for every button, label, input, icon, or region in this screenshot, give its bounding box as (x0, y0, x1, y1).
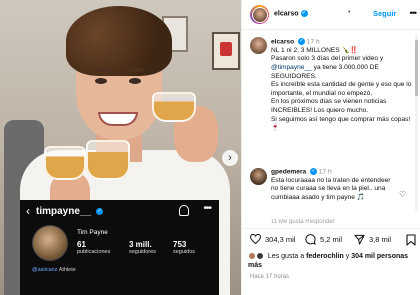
comment-meta: 11 Me gusta Responder (271, 219, 335, 224)
verified-icon: ✓ (300, 10, 308, 17)
post-caption: elcarso ✓ 17 h NL 1 ni 2, 3 MILLONES 🍾‼️… (271, 38, 413, 133)
caption-time: 17 h (306, 38, 320, 46)
heart-icon (250, 234, 261, 244)
verified-icon: ✓ (310, 168, 318, 175)
post-header: elcarso ✓ • Seguir ••• (242, 0, 420, 30)
stat-followers: 3 mill. seguidores (129, 240, 156, 255)
caption-username[interactable]: elcarso (271, 38, 294, 45)
mention-link[interactable]: @timpayne__ (271, 64, 312, 71)
eye (129, 78, 141, 84)
comment: gpedemera ✓ 17 h Esta locuraaaa no la tr… (271, 168, 399, 203)
liker-avatar (248, 252, 256, 261)
caption-line: Es increíble esta cantidad de gente y es… (271, 81, 412, 97)
card-username: timpayne__ (36, 205, 92, 217)
author-username[interactable]: elcarso ✓ (274, 10, 308, 17)
liker-username[interactable]: federochlin (306, 253, 344, 260)
commenter-username[interactable]: gpedemera (271, 168, 306, 175)
person-hair (66, 6, 172, 76)
more-options-icon[interactable]: ••• (410, 8, 418, 18)
action-bar: 304,3 mil 5,2 mil 3,8 mil (242, 228, 420, 248)
verified-icon: ✓ (96, 207, 104, 215)
eyebrow (126, 68, 144, 72)
caption-line: En los próximos días se vienen noticias … (271, 98, 387, 114)
share-icon (354, 234, 365, 245)
stat-following: 753 seguidos (173, 240, 196, 255)
save-button[interactable] (406, 233, 416, 251)
stat-posts: 61 publicaciones (77, 240, 111, 255)
next-arrow-icon[interactable]: › (222, 150, 238, 166)
scrollbar-thumb[interactable] (415, 40, 418, 96)
verified-icon: ✓ (297, 38, 305, 45)
post-sidebar: elcarso ✓ • Seguir ••• elcarso ✓ 17 h NL … (241, 0, 420, 295)
share-count: 3,8 mil (369, 235, 392, 244)
card-header: ‹ timpayne__ ✓ (20, 200, 219, 222)
eye (95, 78, 107, 84)
wine-glass (152, 92, 196, 122)
card-bio: @asiicanz Athlete (32, 267, 76, 273)
comment-count: 5,2 mil (320, 235, 343, 244)
like-count: 304,3 mil (265, 234, 296, 244)
eyebrow (92, 68, 110, 72)
likes-count-link[interactable]: 304 mil (351, 253, 375, 260)
menu-dots-icon: ••• (203, 203, 211, 214)
comment-time: 17 h (318, 168, 332, 176)
caption-line: Si seguimos así tengo que comprar más co… (271, 115, 411, 132)
share-button[interactable]: 3,8 mil (354, 234, 391, 245)
wine-glass (86, 140, 130, 180)
post-media[interactable]: › ‹ timpayne__ ✓ ••• Tim Payne 61 public… (0, 0, 241, 295)
profile-card-screenshot: ‹ timpayne__ ✓ ••• Tim Payne 61 publicac… (20, 200, 219, 295)
post-age: Hace 17 horas (250, 274, 290, 280)
comment-icon (305, 234, 316, 245)
caption-avatar[interactable] (250, 37, 267, 54)
comment-button[interactable]: 5,2 mil (305, 234, 342, 245)
comment-like-icon[interactable]: ♡ (399, 190, 406, 199)
author-avatar[interactable] (250, 5, 269, 24)
caption-line: Pasaron solo 3 días del primer video y (271, 55, 384, 63)
comment-text: Esta locuraaaa no la traten de entendeer… (271, 176, 391, 202)
follow-button[interactable]: Seguir (373, 9, 396, 18)
caption-line: NL 1 ni 2, 3 MILLONES 🍾‼️ (271, 46, 358, 54)
bell-icon (179, 205, 189, 216)
commenter-avatar[interactable] (250, 168, 267, 185)
wine-glass (44, 146, 86, 180)
bookmark-icon (406, 234, 416, 246)
likes-summary: Les gusta a federochlin y 304 mil person… (248, 252, 409, 269)
liker-avatar (255, 252, 264, 261)
card-avatar (32, 225, 68, 261)
like-button[interactable]: 304,3 mil (250, 234, 295, 244)
separator-dot: • (348, 9, 351, 16)
back-arrow-icon: ‹ (26, 204, 30, 218)
wall-frame (212, 32, 240, 70)
card-name: Tim Payne (77, 229, 108, 236)
